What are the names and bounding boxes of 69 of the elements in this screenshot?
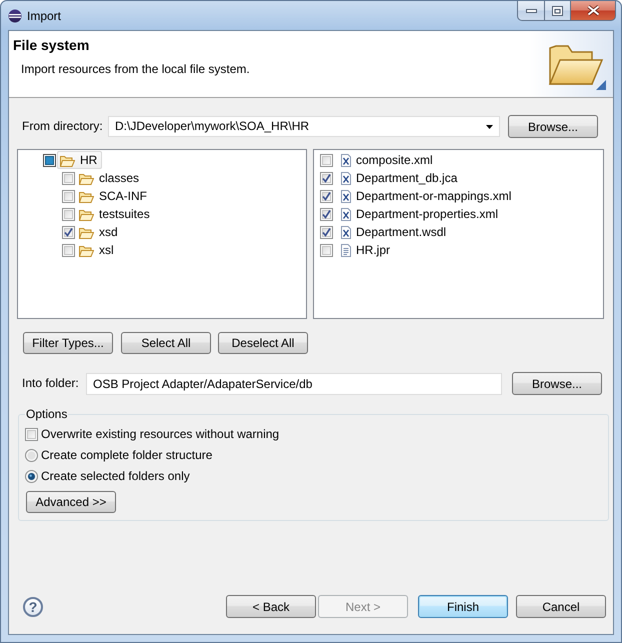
sphere-icon — [8, 9, 22, 23]
folder-icon — [79, 244, 94, 256]
tree-item[interactable]: testsuites — [76, 205, 155, 223]
checkbox[interactable] — [320, 244, 333, 256]
wizard-button[interactable]: Cancel — [516, 595, 606, 618]
corner-triangle-icon — [596, 80, 606, 90]
radio-label: Create selected folders only — [41, 469, 190, 484]
page-title: File system — [12, 36, 90, 54]
advanced-button[interactable]: Advanced >> — [26, 491, 116, 513]
field-label: From directory: — [22, 119, 104, 134]
checkbox[interactable] — [62, 190, 75, 202]
checkbox[interactable] — [25, 428, 38, 441]
radio-button[interactable] — [25, 449, 38, 462]
tree-item[interactable]: classes — [76, 169, 144, 187]
file-item[interactable]: Department-or-mappings.xml — [356, 188, 512, 204]
lined-page-icon — [341, 244, 351, 256]
folder-icon — [79, 208, 94, 220]
file-item[interactable]: Department.wsdl — [356, 224, 446, 240]
file-item[interactable]: Department-properties.xml — [356, 206, 498, 222]
folder-icon — [79, 190, 94, 202]
selection-button[interactable]: Deselect All — [218, 332, 308, 354]
radio-button[interactable] — [25, 470, 38, 483]
folder-icon — [79, 226, 94, 238]
x-page-icon — [341, 154, 351, 166]
minimize-button[interactable] — [517, 1, 544, 21]
checkbox[interactable] — [320, 154, 333, 166]
checkbox[interactable] — [320, 190, 333, 202]
radio-label: Create complete folder structure — [41, 448, 212, 463]
checkbox-label: Overwrite existing resources without warning — [41, 427, 280, 442]
tree-item[interactable]: xsl — [76, 241, 119, 259]
x-page-icon — [341, 226, 351, 238]
field-label: Into folder: — [22, 376, 80, 391]
wizard-button[interactable]: < Back — [226, 595, 316, 618]
tree-item[interactable]: SCA-INF — [76, 187, 152, 205]
close-icon — [586, 5, 600, 16]
checkbox[interactable] — [43, 154, 56, 166]
maximize-icon — [552, 6, 563, 16]
close-button[interactable] — [571, 1, 616, 21]
checkbox[interactable] — [62, 172, 75, 184]
directory-combo-box[interactable]: D:\JDeveloper\mywork\SOA_HR\HR — [108, 116, 500, 137]
x-page-icon — [341, 208, 351, 220]
page-description: Import resources from the local file system. — [20, 62, 250, 76]
dropdown-arrow-icon[interactable] — [486, 124, 493, 128]
selection-button[interactable]: Filter Types... — [23, 332, 113, 354]
checkbox[interactable] — [62, 226, 75, 238]
folder-input-field[interactable]: OSB Project Adapter/AdapaterService/db — [86, 372, 502, 394]
help-button[interactable]: ? — [23, 596, 43, 616]
checkbox[interactable] — [320, 172, 333, 184]
folder-icon — [60, 154, 75, 166]
checkbox[interactable] — [320, 208, 333, 220]
maximize-button[interactable] — [544, 1, 571, 21]
selection-button[interactable]: Select All — [121, 332, 211, 354]
minimize-icon — [526, 8, 536, 12]
file-item[interactable]: HR.jpr — [356, 242, 390, 258]
browse-button[interactable]: Browse... — [508, 115, 598, 138]
group-label: Options — [25, 407, 68, 421]
wizard-button[interactable]: Finish — [418, 595, 508, 618]
folder-icon — [79, 172, 94, 184]
file-item[interactable]: composite.xml — [356, 152, 433, 168]
checkbox[interactable] — [62, 244, 75, 256]
checkbox[interactable] — [320, 226, 333, 238]
file-item[interactable]: Department_db.jca — [356, 170, 458, 186]
tree-item[interactable]: xsd — [76, 223, 123, 241]
tree-item[interactable]: HR — [57, 151, 102, 169]
x-page-icon — [341, 190, 351, 202]
x-page-icon — [341, 172, 351, 184]
checkbox[interactable] — [62, 208, 75, 220]
window-title: Import — [27, 9, 62, 24]
browse-button[interactable]: Browse... — [512, 372, 602, 395]
